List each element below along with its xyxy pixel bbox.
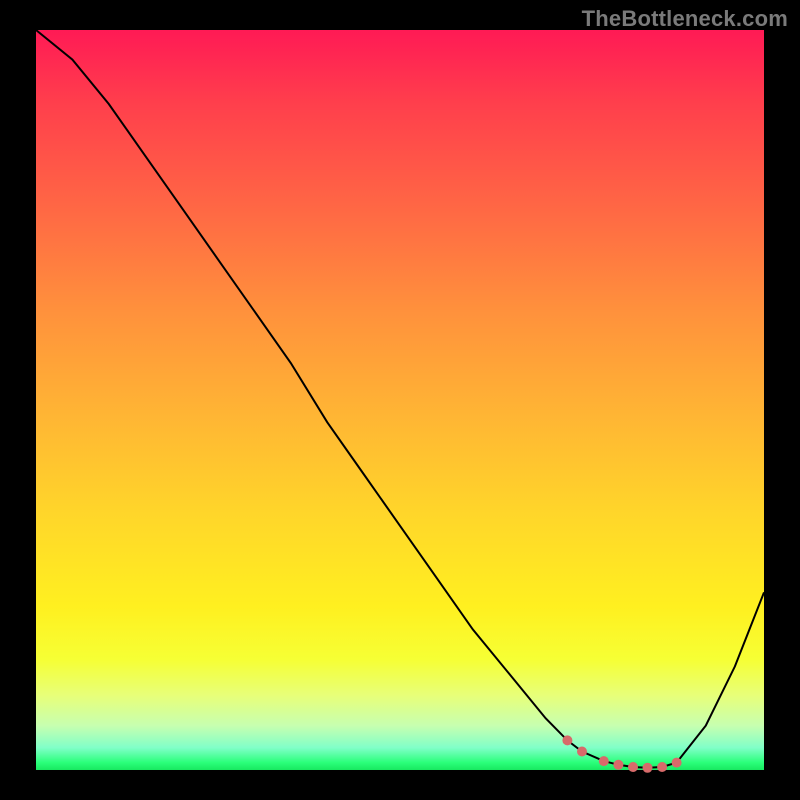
minimum-marker [657,762,667,772]
minimum-marker [562,735,572,745]
plot-area [36,30,764,770]
minimum-marker [672,758,682,768]
minimum-marker [613,760,623,770]
minimum-marker [577,747,587,757]
watermark-text: TheBottleneck.com [582,6,788,32]
chart-frame: TheBottleneck.com [0,0,800,800]
minimum-marker [628,762,638,772]
minimum-marker [643,763,653,773]
bottleneck-curve [36,30,764,770]
minimum-marker [599,756,609,766]
curve-line [36,30,764,768]
minimum-markers [562,735,681,772]
